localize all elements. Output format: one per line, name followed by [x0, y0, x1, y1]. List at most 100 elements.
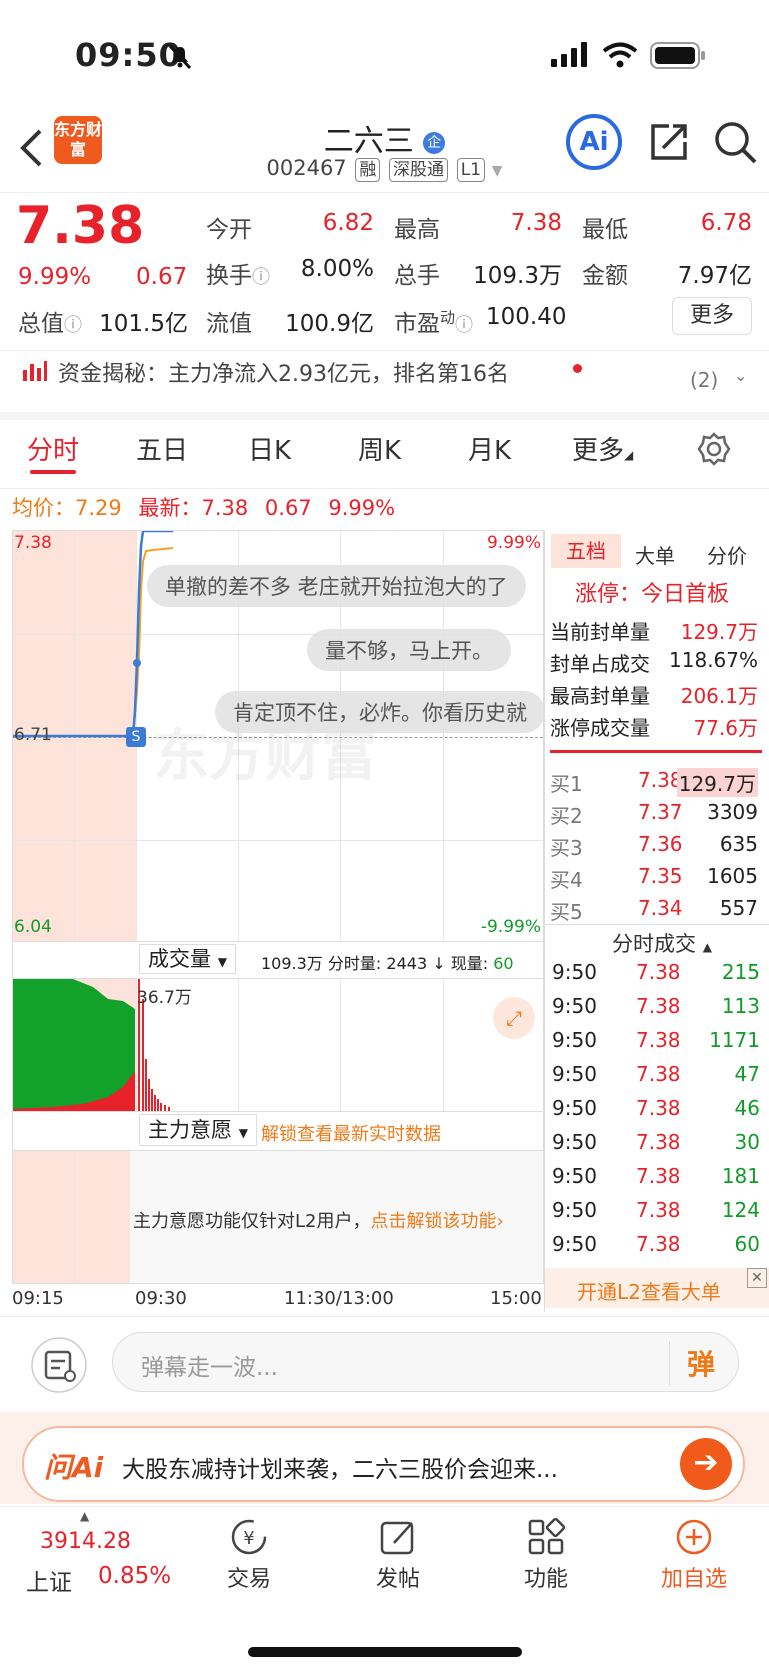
section-gap — [0, 412, 769, 420]
stat-float-value: 100.9亿 — [285, 311, 374, 337]
share-icon[interactable] — [647, 120, 691, 164]
stock-name: 二六三 — [323, 124, 414, 159]
danmu-send-button[interactable]: 弹 — [687, 1343, 715, 1383]
dropdown-caret-icon: ▼ — [491, 163, 503, 179]
intent-bar-header: 主力意愿 ▼ 解锁查看最新实时数据 — [12, 1112, 544, 1150]
nav-post-label: 发帖 — [375, 1567, 420, 1592]
stat-volume-value: 109.3万 — [473, 263, 562, 289]
stat-high-label: 最高 — [394, 217, 440, 243]
tick-row: 9:50 7.38 60 — [552, 1232, 760, 1256]
index-pct[interactable]: 0.85% — [98, 1563, 171, 1589]
info-icon: ⓘ — [455, 315, 474, 336]
limit-up-title: 涨停：今日首板 — [575, 582, 730, 607]
volume-peak-label: 36.7万 — [137, 988, 192, 1008]
tab-big-orders[interactable]: 大单 — [635, 540, 675, 569]
expand-icon[interactable]: ⤢ — [493, 997, 535, 1039]
yen-exchange-icon: ¥ — [231, 1519, 267, 1555]
tab-week-k[interactable]: 周K — [358, 430, 401, 467]
stat-turnover-label: 换手ⓘ — [206, 263, 270, 289]
tag-connect: 深股通 — [389, 158, 449, 182]
time-tick: 15:00 — [490, 1288, 542, 1309]
plus-circle-icon — [676, 1519, 712, 1555]
ai-button[interactable]: Ai — [566, 114, 622, 170]
latest-value: 7.38 — [201, 496, 249, 520]
tag-level: L1 — [456, 158, 486, 182]
settings-gear-icon[interactable] — [697, 432, 731, 466]
enterprise-badge: 企 — [423, 131, 446, 154]
tick-row: 9:50 7.38 1171 — [552, 1028, 760, 1052]
stat-mktcap-value: 101.5亿 — [99, 311, 188, 337]
tick-row: 9:50 7.38 215 — [552, 960, 760, 984]
nav-post[interactable]: 发帖 — [348, 1517, 448, 1593]
tick-row: 9:50 7.38 46 — [552, 1096, 760, 1120]
tab-day-k[interactable]: 日K — [248, 430, 291, 467]
ask-ai-logo: 问Ai — [44, 1451, 104, 1484]
notes-icon[interactable] — [30, 1336, 88, 1394]
mute-bell-icon — [168, 44, 192, 70]
time-tick: 11:30/13:00 — [284, 1288, 394, 1309]
close-icon[interactable]: ✕ — [747, 1268, 767, 1288]
stock-code: 002467 — [266, 156, 347, 180]
more-button[interactable]: 更多 — [672, 297, 752, 335]
index-name[interactable]: 上证 — [26, 1563, 72, 1597]
tab-price-dist[interactable]: 分价 — [707, 540, 747, 569]
capital-text: 资金揭秘：主力净流入2.93亿元，排名第16名 — [58, 362, 509, 387]
intent-selector[interactable]: 主力意愿 ▼ — [139, 1114, 257, 1146]
volume-chart[interactable]: 36.7万 ⤢ — [12, 978, 544, 1112]
tab-month-k[interactable]: 月K — [468, 430, 511, 467]
tab-5day[interactable]: 五日 — [136, 430, 188, 467]
home-indicator — [248, 1647, 522, 1657]
arrow-right-icon[interactable]: ➔ — [680, 1438, 732, 1490]
info-icon: ⓘ — [252, 267, 270, 288]
chevron-down-icon: ⌄ — [734, 366, 748, 385]
stat-amount-value: 7.97亿 — [677, 263, 752, 289]
danmu-bubble: 肯定顶不住，必炸。你看历史就 — [215, 691, 543, 733]
signal-icon — [551, 42, 587, 67]
ai-banner[interactable]: 问Ai 大股东减持计划来袭，二六三股价会迎来... ➔ — [22, 1426, 745, 1502]
stat-high-value: 7.38 — [510, 210, 562, 236]
axis-mid-price: 6.71 — [14, 725, 52, 745]
up-arrow-icon: ▲ — [80, 1509, 90, 1523]
index-value[interactable]: 3914.28 — [40, 1529, 131, 1554]
time-tick: 09:15 — [12, 1288, 64, 1309]
signal-marker[interactable]: S — [126, 727, 146, 747]
nav-trade[interactable]: ¥ 交易 — [199, 1517, 299, 1593]
axis-bottom-pct: -9.99% — [480, 917, 541, 937]
time-axis: 09:15 09:30 11:30/13:00 15:00 — [12, 1288, 544, 1316]
stat-pe-value: 100.40 — [486, 304, 567, 330]
tick-row: 9:50 7.38 113 — [552, 994, 760, 1018]
stat-low-value: 6.78 — [700, 210, 752, 236]
search-icon[interactable] — [713, 120, 759, 166]
tab-more[interactable]: 更多◢ — [572, 430, 633, 467]
nav-functions[interactable]: 功能 — [496, 1517, 596, 1593]
capital-banner[interactable]: 资金揭秘：主力净流入2.93亿元，排名第16名 (2) ⌄ — [0, 352, 769, 412]
ticks-title[interactable]: 分时成交 ▲ — [612, 928, 712, 958]
status-bar: 09:50 — [0, 0, 769, 110]
danmu-bubble: 单撤的差不多 老庄就开始拉泡大的了 — [147, 565, 526, 607]
stat-pe-label: 市盈动ⓘ — [394, 308, 474, 337]
stat-float-label: 流值 — [206, 311, 252, 337]
unlock-feature-link[interactable]: 点击解锁该功能 — [370, 1211, 496, 1232]
bar-chart-icon — [23, 361, 47, 381]
unlock-link[interactable]: 解锁查看最新实时数据 — [261, 1120, 441, 1146]
ai-banner-text: 大股东减持计划来袭，二六三股价会迎来... — [122, 1457, 558, 1483]
intent-chart: 主力意愿功能仅针对L2用户，点击解锁该功能› — [12, 1150, 544, 1284]
tab-indicator — [30, 470, 76, 474]
volume-selector[interactable]: 成交量 ▼ — [139, 944, 236, 974]
l2-banner[interactable]: 开通L2查看大单 ✕ — [545, 1268, 769, 1308]
battery-icon — [650, 42, 705, 69]
danmu-input[interactable]: 弹幕走一波... 弹 — [112, 1332, 739, 1392]
latest-label: 最新： — [138, 496, 202, 520]
stat-amount-label: 金额 — [582, 263, 628, 289]
nav-add-watchlist[interactable]: 加自选 — [644, 1517, 744, 1593]
price-chart[interactable]: 东方财富 S 7.38 9.99% 6.71 6.04 -9.99% 单撤的差不… — [12, 530, 544, 942]
avg-label: 均价： — [12, 496, 75, 520]
stock-header: 东方财富 二六三 企 002467 融 深股通 L1 ▼ Ai — [0, 110, 769, 192]
tab-level5[interactable]: 五档 — [551, 534, 621, 568]
tab-intraday[interactable]: 分时 — [27, 430, 79, 467]
capital-count: (2) — [690, 368, 719, 392]
svg-text:¥: ¥ — [243, 1528, 254, 1549]
axis-top-pct: 9.99% — [486, 533, 541, 553]
stat-turnover-value: 8.00% — [300, 256, 374, 282]
comment-bar: 弹幕走一波... 弹 — [0, 1318, 769, 1408]
